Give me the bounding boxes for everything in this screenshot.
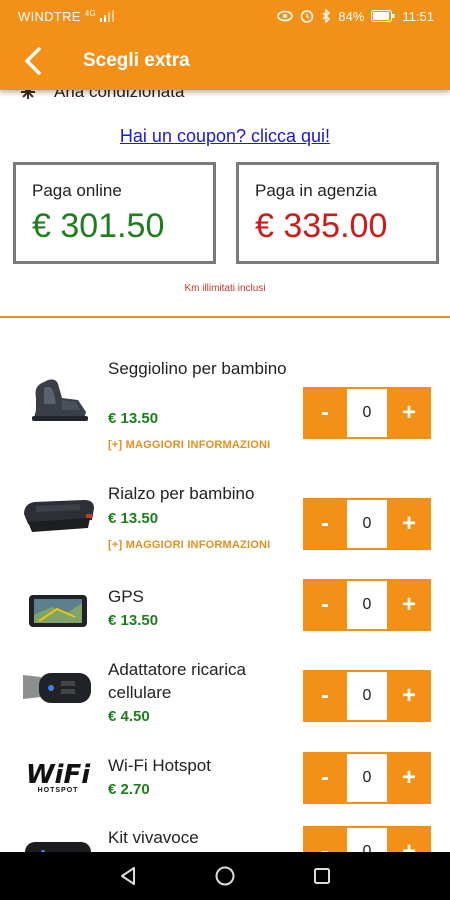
extra-name: Kit vivavoce (108, 828, 199, 847)
system-nav-bar (0, 852, 450, 900)
pay-online-label: Paga online (32, 181, 122, 200)
decrement-button[interactable]: - (303, 498, 347, 550)
extra-item-child-seat: Seggiolino per bambino € 13.50 [+] MAGGI… (0, 355, 450, 455)
pay-online-price: € 301.50 (32, 207, 165, 245)
nav-recents-icon[interactable] (311, 865, 333, 887)
decrement-button[interactable]: - (303, 826, 347, 852)
more-info-link[interactable]: [+] MAGGIORI INFORMAZIONI (108, 539, 270, 551)
car-charger-icon (18, 658, 98, 718)
screen: WINDTRE 4G 84% 11:51 Scegli extra Aria c… (0, 0, 450, 900)
quantity-value[interactable]: 0 (347, 498, 387, 550)
quantity-stepper: - 0 + (303, 752, 431, 804)
nav-back-icon[interactable] (117, 865, 139, 887)
battery-percent: 84% (338, 8, 365, 24)
quantity-stepper: - 0 + (303, 826, 431, 852)
more-info-link[interactable]: [+] MAGGIORI INFORMAZIONI (108, 439, 270, 451)
back-button[interactable] (0, 32, 66, 90)
extra-item-wifi-hotspot: WiFi HOTSPOT Wi-Fi Hotspot € 2.70 - 0 + (0, 752, 450, 814)
decrement-button[interactable]: - (303, 670, 347, 722)
pay-agency-label: Paga in agenzia (255, 181, 377, 200)
snowflake-icon (21, 90, 35, 99)
divider (0, 316, 450, 318)
extra-item-car-charger: Adattatore ricarica cellulare € 4.50 - 0… (0, 658, 450, 733)
extra-name: GPS (108, 587, 144, 606)
quantity-value[interactable]: 0 (347, 579, 387, 631)
extra-price: € 13.50 (108, 612, 159, 629)
nav-home-icon[interactable] (214, 865, 236, 887)
page-title: Scegli extra (83, 50, 190, 71)
decrement-button[interactable]: - (303, 387, 347, 439)
gps-icon (18, 581, 98, 641)
quantity-stepper: - 0 + (303, 387, 431, 439)
wifi-hotspot-icon: WiFi HOTSPOT (18, 748, 98, 808)
extra-name: Wi-Fi Hotspot (108, 756, 211, 775)
carrier-label: WINDTRE (18, 8, 81, 24)
status-bar: WINDTRE 4G 84% 11:51 (0, 0, 450, 32)
increment-button[interactable]: + (387, 670, 431, 722)
handsfree-kit-icon (18, 828, 98, 852)
extra-price: € 13.50 (108, 510, 159, 527)
network-type: 4G (84, 8, 97, 18)
extra-name: Rialzo per bambino (108, 484, 255, 503)
clock: 11:51 (402, 8, 434, 24)
decrement-button[interactable]: - (303, 752, 347, 804)
battery-icon (371, 10, 395, 22)
extra-name: Seggiolino per bambino (108, 359, 287, 378)
feature-air-conditioning: Aria condizionata (20, 90, 184, 102)
app-bar: Scegli extra (0, 32, 450, 90)
feature-label: Aria condizionata (54, 90, 185, 101)
quantity-value[interactable]: 0 (347, 826, 387, 852)
extra-price: € 13.50 (108, 410, 159, 427)
quantity-stepper: - 0 + (303, 670, 431, 722)
quantity-value[interactable]: 0 (347, 670, 387, 722)
wifi-logo-subtext: HOTSPOT (37, 786, 79, 794)
pay-online-box[interactable]: Paga online € 301.50 (13, 162, 216, 264)
extra-item-booster: Rialzo per bambino € 13.50 [+] MAGGIORI … (0, 482, 450, 562)
increment-button[interactable]: + (387, 752, 431, 804)
increment-button[interactable]: + (387, 826, 431, 852)
increment-button[interactable]: + (387, 387, 431, 439)
bluetooth-icon (322, 9, 331, 23)
extra-item-handsfree-kit: Kit vivavoce - 0 + (0, 826, 450, 852)
child-seat-icon (18, 369, 98, 429)
extra-price: € 2.70 (108, 781, 150, 798)
signal-icon (100, 10, 115, 22)
quantity-stepper: - 0 + (303, 579, 431, 631)
eye-icon (277, 10, 294, 22)
status-right: 84% 11:51 (277, 9, 434, 24)
extra-price: € 4.50 (108, 708, 150, 725)
unlimited-km-note: Km illimitati inclusi (184, 283, 266, 294)
alarm-icon (301, 10, 314, 23)
status-left: WINDTRE 4G (18, 8, 115, 24)
wifi-logo-text: WiFi (25, 759, 91, 790)
booster-seat-icon (18, 482, 98, 542)
back-arrow-icon (25, 47, 41, 75)
quantity-value[interactable]: 0 (347, 752, 387, 804)
increment-button[interactable]: + (387, 579, 431, 631)
increment-button[interactable]: + (387, 498, 431, 550)
content[interactable]: Aria condizionata Hai un coupon? clicca … (0, 90, 450, 852)
pay-agency-box[interactable]: Paga in agenzia € 335.00 (236, 162, 439, 264)
extra-name: Adattatore ricarica cellulare (108, 660, 246, 702)
quantity-value[interactable]: 0 (347, 387, 387, 439)
decrement-button[interactable]: - (303, 579, 347, 631)
pay-agency-price: € 335.00 (255, 207, 388, 245)
coupon-link[interactable]: Hai un coupon? clicca qui! (0, 126, 450, 147)
extra-item-gps: GPS € 13.50 - 0 + (0, 579, 450, 645)
quantity-stepper: - 0 + (303, 498, 431, 550)
